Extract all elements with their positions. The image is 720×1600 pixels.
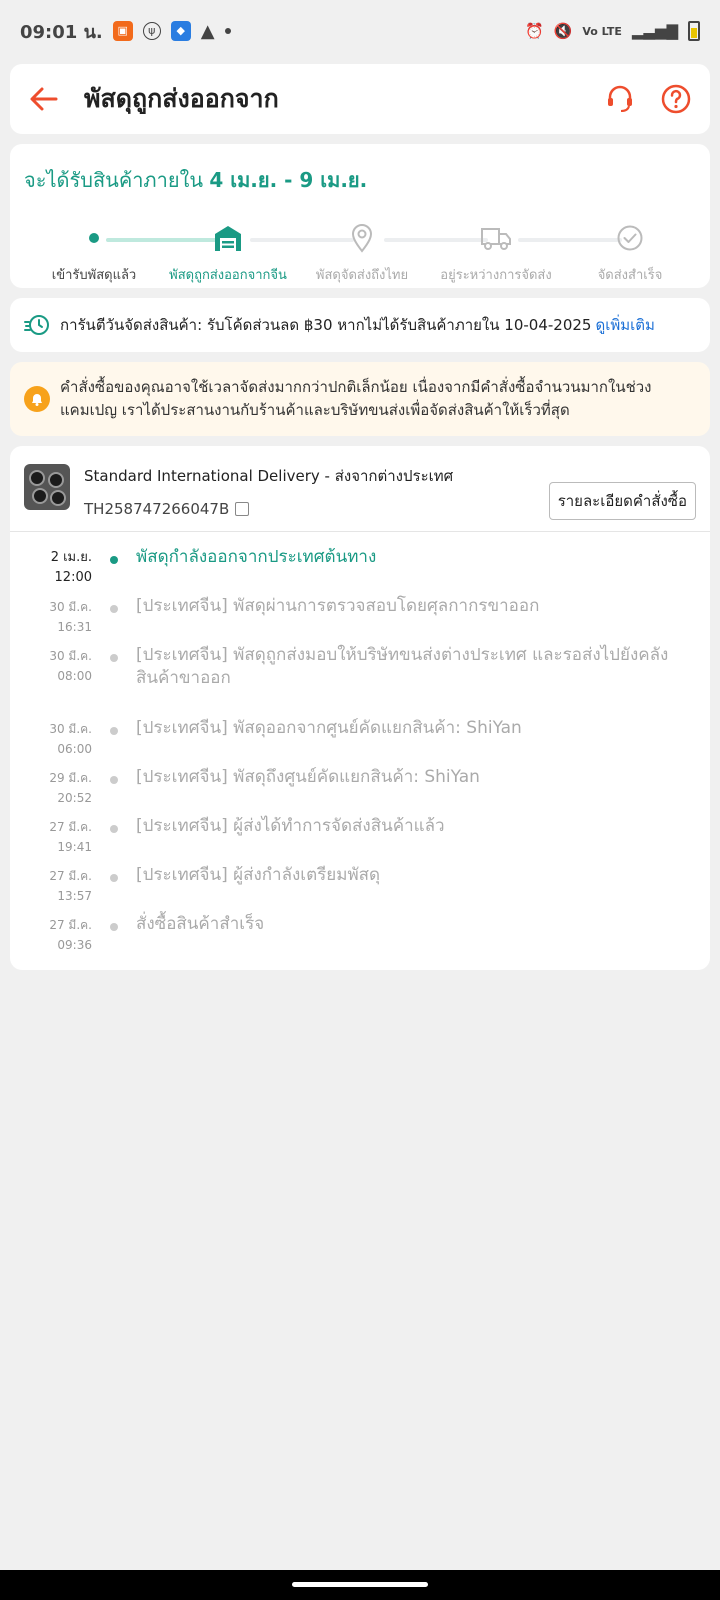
delay-notice: คำสั่งซื้อของคุณอาจใช้เวลาจัดส่งมากกว่าป… (10, 362, 710, 436)
event-text: [ประเทศจีน] พัสดุถึงศูนย์คัดแยกสินค้า: S… (136, 767, 480, 787)
event-dot-icon (110, 556, 118, 564)
volte-label: Vo LTE (582, 24, 622, 38)
food-app-icon: ψ (142, 22, 161, 40)
event-dot-icon (110, 874, 118, 882)
step-picked-up: เข้ารับพัสดุแล้ว (24, 216, 164, 285)
event-time: 09:36 (57, 938, 92, 952)
step-label: จัดส่งสำเร็จ (597, 268, 663, 283)
eta-card: จะได้รับสินค้าภายใน 4 เม.ย. - 9 เม.ย. เข… (10, 144, 710, 288)
timeline-event: 30 มี.ค. 16:31 [ประเทศจีน] พัสดุผ่านการตร… (10, 595, 710, 644)
event-dot-icon (110, 923, 118, 931)
event-text: [ประเทศจีน] ผู้ส่งกำลังเตรียมพัสดุ (136, 865, 381, 885)
step-label: พัสดุจัดส่งถึงไทย (315, 268, 409, 283)
event-text: [ประเทศจีน] พัสดุออกจากศูนย์คัดแยกสินค้า… (136, 718, 522, 738)
event-time: 06:00 (57, 742, 92, 756)
event-text: [ประเทศจีน] พัสดุผ่านการตรวจสอบโดยศุลกาก… (136, 596, 540, 616)
event-date: 27 มี.ค. (49, 820, 92, 834)
shipment-header: Standard International Delivery - ส่งจาก… (10, 446, 710, 532)
see-more-link[interactable]: ดูเพิ่มเติม (595, 313, 654, 337)
event-date: 30 มี.ค. (49, 600, 92, 614)
back-arrow-icon[interactable] (28, 83, 60, 115)
step-arrived-thailand: พัสดุจัดส่งถึงไทย (292, 216, 432, 285)
shipping-progress: เข้ารับพัสดุแล้ว พัสดุถูกส่งออกจากจีน พั… (24, 216, 696, 283)
event-dot-icon (110, 727, 118, 735)
status-bar: 09:01 น. ▣ ψ ◆ ▲ ⏰ 🔇 Vo LTE ▂▃▅▇ (0, 0, 720, 62)
help-icon[interactable] (660, 83, 692, 115)
event-text: สั่งซื้อสินค้าสำเร็จ (136, 914, 265, 934)
event-dot-icon (110, 605, 118, 613)
eta-range: 4 เม.ย. - 9 เม.ย. (209, 168, 368, 192)
timeline-event: 2 เม.ย. 12:00 พัสดุกำลังออกจากประเทศต้นทา… (10, 546, 710, 595)
page-title: พัสดุถูกส่งออกจาก (84, 84, 279, 113)
messenger-app-icon: ◆ (170, 21, 191, 41)
event-time: 08:00 (57, 669, 92, 683)
event-dot-icon (110, 654, 118, 662)
top-header: พัสดุถูกส่งออกจาก (10, 64, 710, 134)
event-time: 13:57 (57, 889, 92, 903)
warehouse-icon (215, 226, 241, 251)
warning-icon: ▲ (200, 20, 215, 42)
event-date: 30 มี.ค. (49, 722, 92, 736)
event-text: [ประเทศจีน] พัสดุถูกส่งมอบให้บริษัทขนส่ง… (136, 645, 669, 688)
event-text: [ประเทศจีน] ผู้ส่งได้ทำการจัดส่งสินค้าแล… (136, 816, 445, 836)
tracking-number: TH258747266047B (84, 500, 230, 518)
copy-icon[interactable] (235, 502, 250, 516)
shop-app-icon: ▣ (112, 21, 133, 41)
event-dot-icon (110, 825, 118, 833)
product-thumbnail[interactable] (24, 464, 70, 510)
signal-icon: ▂▃▅▇ (631, 22, 678, 40)
tracking-timeline: 2 เม.ย. 12:00 พัสดุกำลังออกจากประเทศต้นทา… (10, 532, 710, 962)
step-delivered: จัดส่งสำเร็จ (560, 216, 700, 285)
status-time: 09:01 น. (20, 21, 103, 43)
step-done-dot-icon (89, 233, 99, 243)
event-date: 30 มี.ค. (49, 649, 92, 663)
timeline-event: 27 มี.ค. 13:57 [ประเทศจีน] ผู้ส่งกำลังเตร… (10, 864, 710, 913)
step-left-china: พัสดุถูกส่งออกจากจีน (158, 216, 298, 285)
event-text: พัสดุกำลังออกจากประเทศต้นทาง (136, 547, 377, 567)
guarantee-text: การันตีวันจัดส่งสินค้า: รับโค้ดส่วนลด ฿3… (60, 316, 592, 334)
bell-icon (24, 386, 50, 412)
step-in-delivery: อยู่ระหว่างการจัดส่ง (426, 216, 566, 285)
eta-prefix: จะได้รับสินค้าภายใน (24, 168, 204, 192)
tracking-card: Standard International Delivery - ส่งจาก… (10, 446, 710, 970)
location-pin-icon (351, 224, 373, 253)
event-time: 19:41 (57, 840, 92, 854)
customer-support-icon[interactable] (604, 83, 636, 115)
event-date: 27 มี.ค. (49, 918, 92, 932)
more-notifications-icon (224, 28, 231, 34)
step-label: พัสดุถูกส่งออกจากจีน (169, 268, 287, 283)
shipping-service: Standard International Delivery - ส่งจาก… (84, 467, 454, 485)
event-dot-icon (110, 776, 118, 784)
event-date: 2 เม.ย. (50, 550, 92, 565)
step-label: อยู่ระหว่างการจัดส่ง (440, 268, 552, 283)
event-time: 16:31 (57, 620, 92, 634)
order-details-button[interactable]: รายละเอียดคำสั่งซื้อ (548, 482, 696, 520)
event-date: 29 มี.ค. (49, 771, 92, 785)
timeline-event: 27 มี.ค. 19:41 [ประเทศจีน] ผู้ส่งได้ทำการ… (10, 815, 710, 864)
timeline-event: 29 มี.ค. 20:52 [ประเทศจีน] พัสดุถึงศูนย์ค… (10, 766, 710, 815)
step-label: เข้ารับพัสดุแล้ว (51, 268, 137, 283)
event-date: 27 มี.ค. (49, 869, 92, 883)
check-circle-icon (617, 225, 643, 251)
home-gesture-handle[interactable] (292, 1582, 428, 1587)
eta-text: จะได้รับสินค้าภายใน 4 เม.ย. - 9 เม.ย. (24, 164, 696, 196)
delivery-truck-icon (481, 228, 511, 250)
timeline-event: 27 มี.ค. 09:36 สั่งซื้อสินค้าสำเร็จ (10, 913, 710, 962)
delivery-guarantee[interactable]: การันตีวันจัดส่งสินค้า: รับโค้ดส่วนลด ฿3… (10, 298, 710, 352)
alarm-icon: ⏰ (524, 22, 544, 40)
battery-icon (688, 21, 700, 41)
notice-text: คำสั่งซื้อของคุณอาจใช้เวลาจัดส่งมากกว่าป… (60, 378, 652, 419)
mute-icon: 🔇 (553, 22, 573, 40)
event-time: 20:52 (57, 791, 92, 805)
event-time: 12:00 (54, 570, 92, 585)
timeline-event: 30 มี.ค. 06:00 [ประเทศจีน] พัสดุออกจากศูน… (10, 717, 710, 766)
timeline-event: 30 มี.ค. 08:00 [ประเทศจีน] พัสดุถูกส่งมอบ… (10, 644, 710, 717)
system-nav-bar (0, 1570, 720, 1600)
fast-clock-icon (24, 315, 49, 335)
tracking-number-row: TH258747266047B (84, 500, 453, 518)
